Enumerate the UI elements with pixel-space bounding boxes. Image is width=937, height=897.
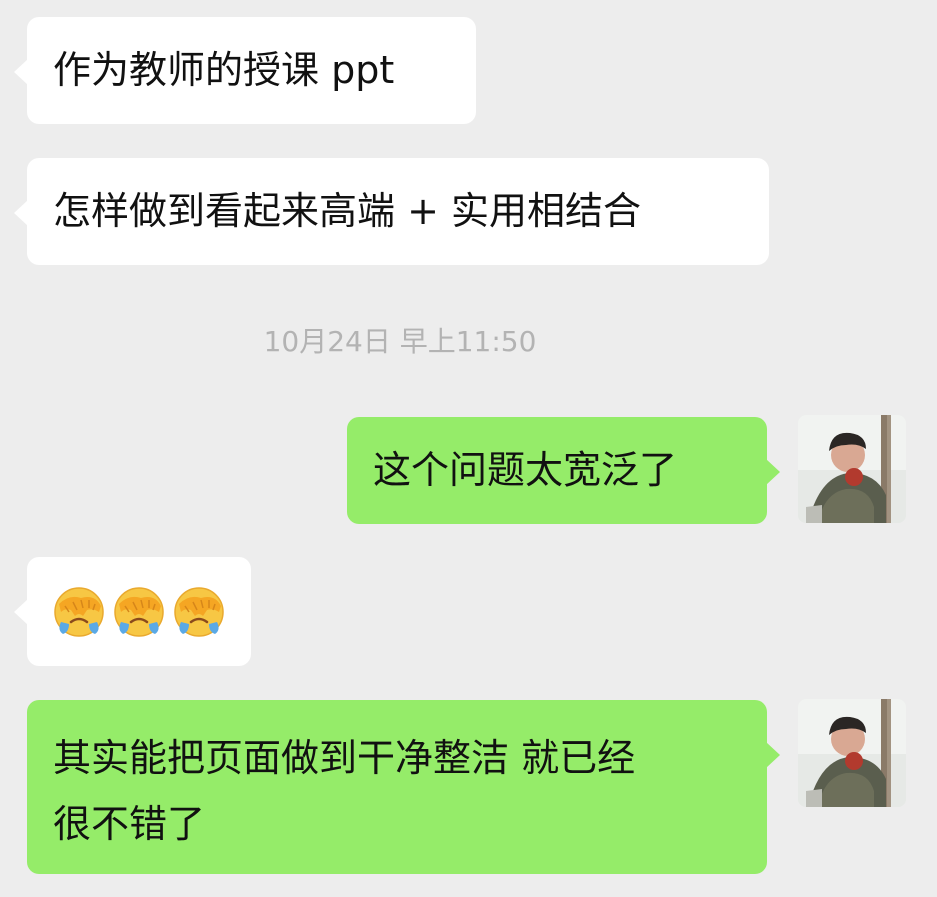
emoji-row (53, 557, 225, 666)
message-text: 怎样做到看起来高端 + 实用相结合 (53, 189, 641, 233)
avatar[interactable] (798, 415, 906, 523)
message-bubble-incoming[interactable]: 怎样做到看起来高端 + 实用相结合 (14, 158, 769, 265)
message-text: 作为教师的授课 ppt (53, 48, 395, 92)
message-bubble-outgoing[interactable]: 这个问题太宽泛了 (347, 417, 780, 524)
message-text-line: 其实能把页面做到干净整洁 就已经 (53, 736, 636, 780)
face-palm-crying-emoji (174, 586, 224, 637)
message-text: 这个问题太宽泛了 (373, 448, 678, 492)
chat-timestamp: 10月24日 早上11:50 (263, 325, 537, 358)
avatar-photo (798, 415, 906, 523)
message-text-line: 很不错了 (53, 802, 206, 846)
face-palm-crying-emoji (54, 586, 104, 637)
message-bubble-outgoing[interactable]: 其实能把页面做到干净整洁 就已经 很不错了 (27, 700, 780, 874)
avatar[interactable] (798, 699, 906, 807)
face-palm-crying-emoji (114, 586, 164, 637)
message-bubble-incoming[interactable]: 作为教师的授课 ppt (14, 17, 476, 124)
avatar-photo (798, 699, 906, 807)
message-bubble-incoming[interactable] (14, 557, 251, 666)
